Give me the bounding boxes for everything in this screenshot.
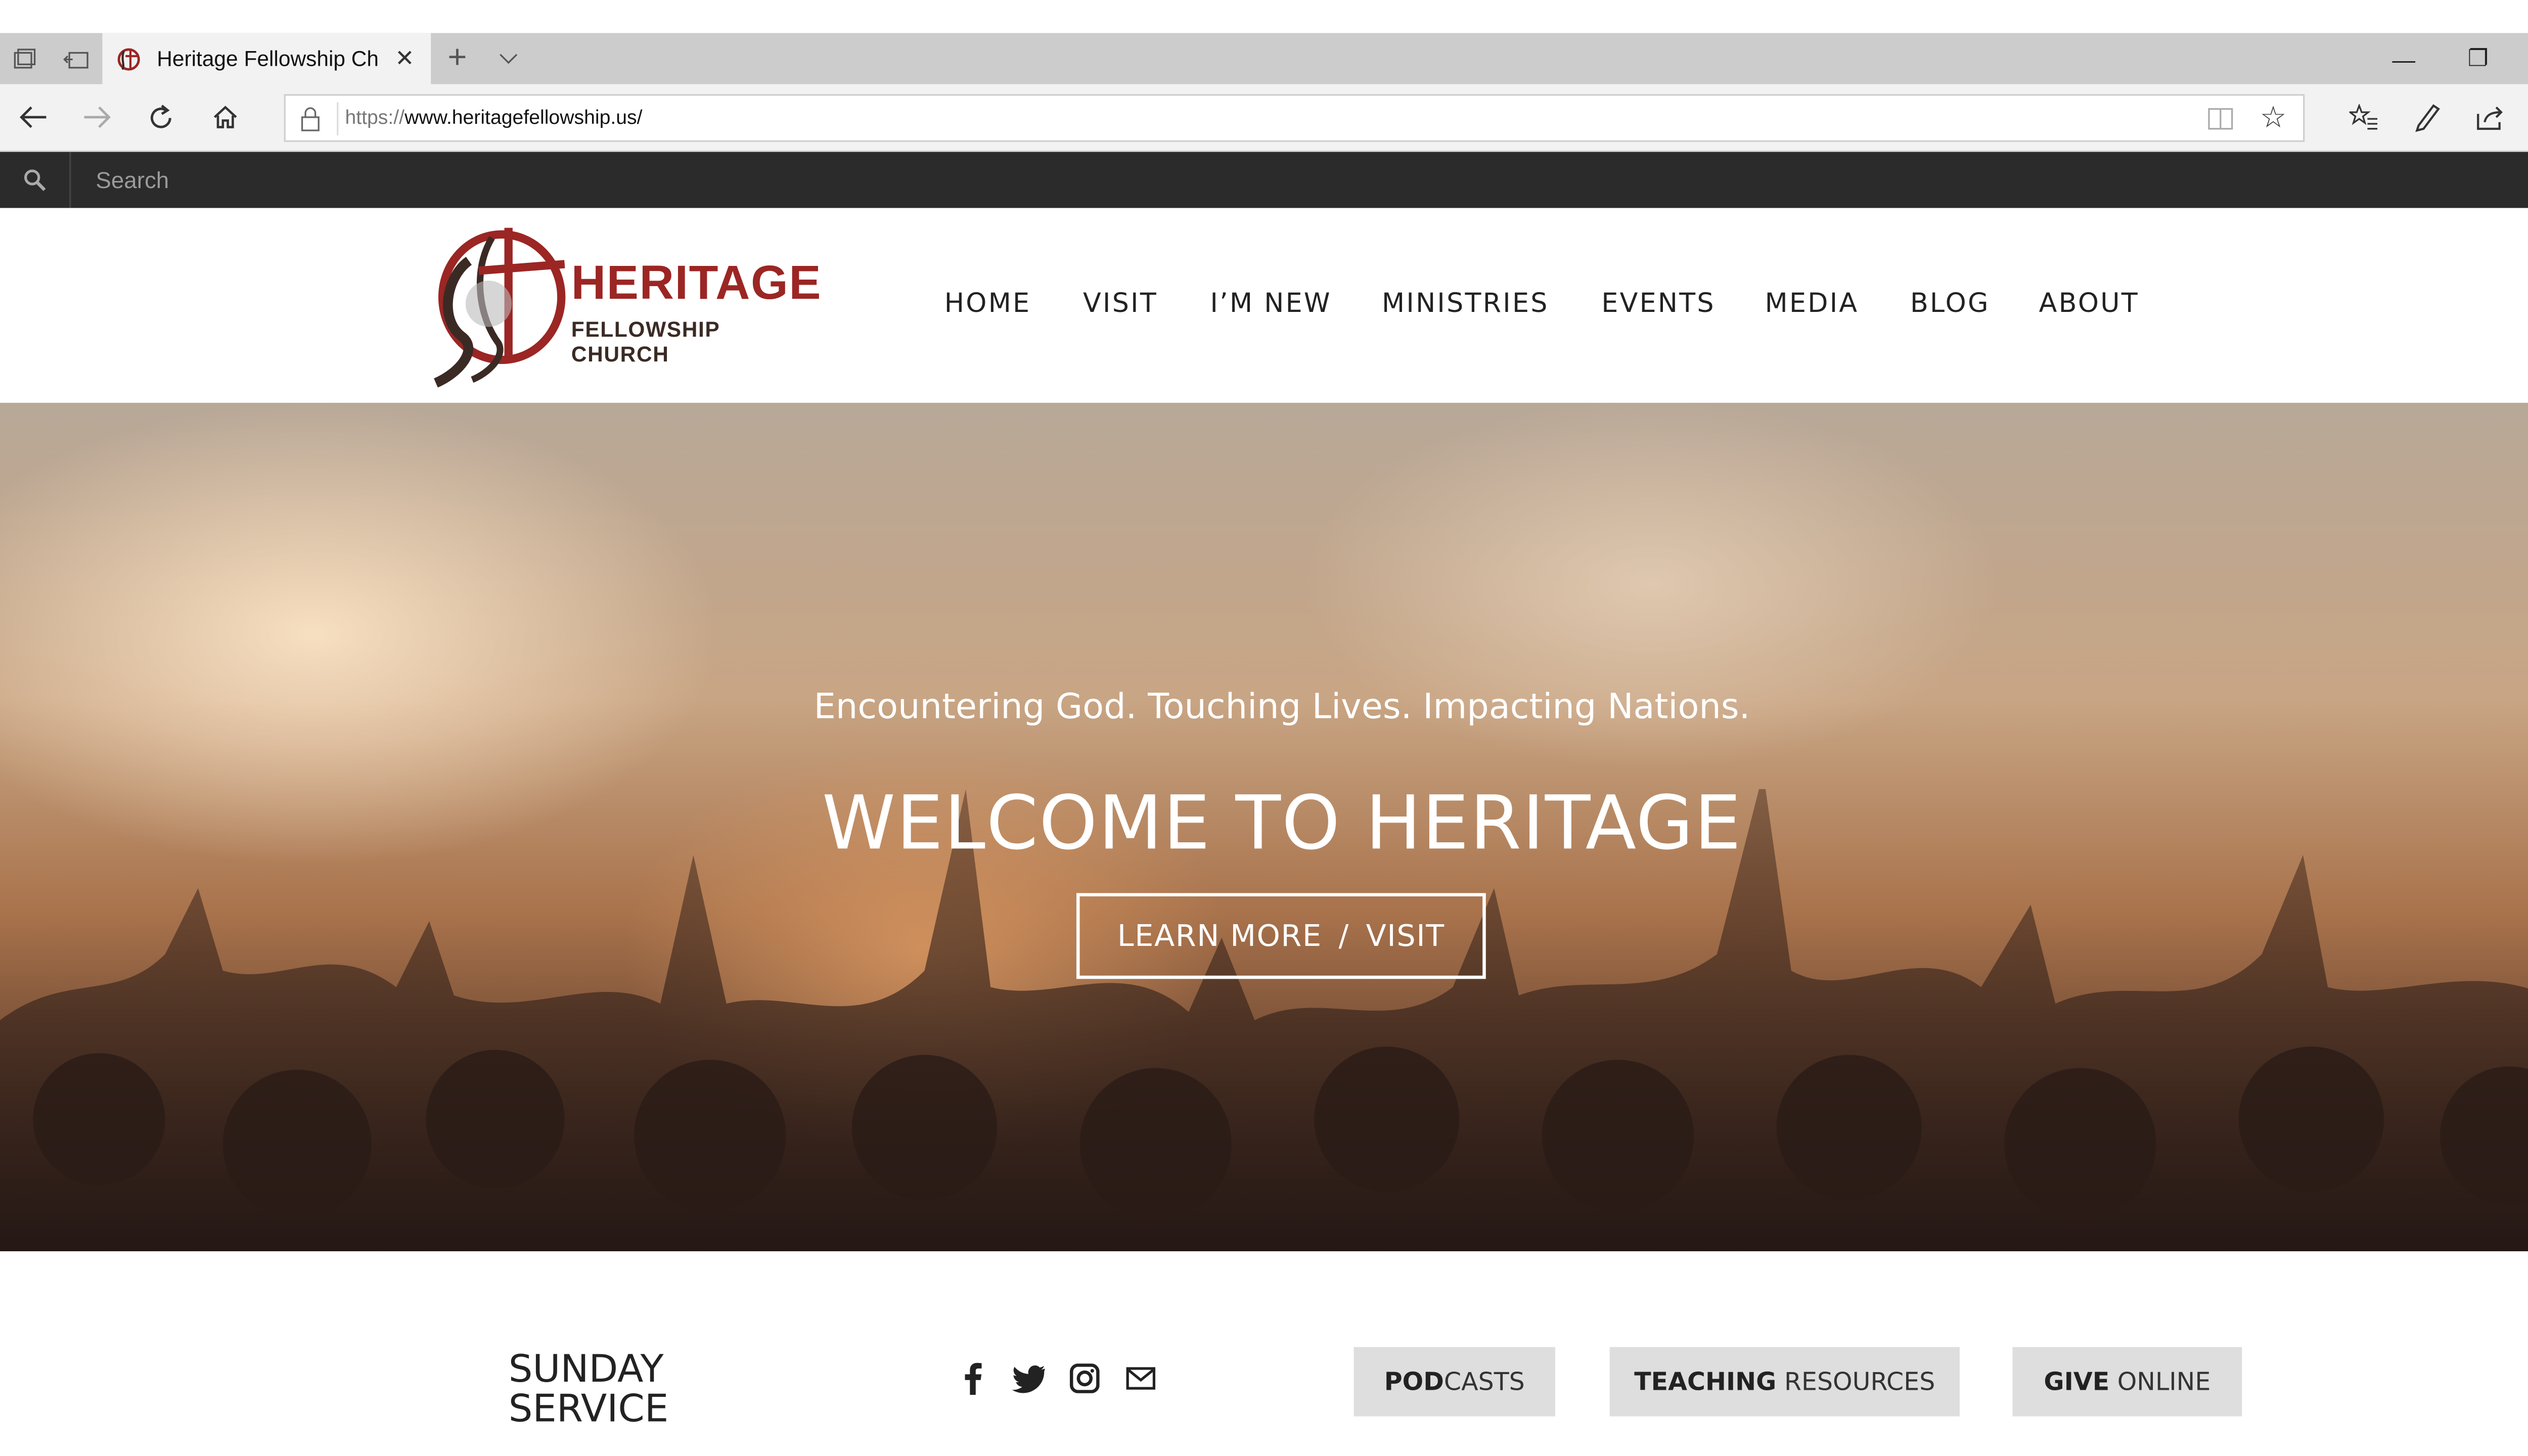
nav-ministries[interactable]: MINISTRIES bbox=[1382, 287, 1549, 318]
heritage-favicon-icon bbox=[117, 47, 140, 70]
facebook-icon[interactable] bbox=[954, 1360, 990, 1397]
address-bar[interactable]: https://www.heritagefellowship.us/ ☆ bbox=[284, 94, 2305, 142]
hero-banner: Encountering God. Touching Lives. Impact… bbox=[0, 402, 2528, 1252]
social-links bbox=[954, 1360, 1159, 1397]
twitter-icon[interactable] bbox=[1010, 1360, 1047, 1397]
teaching-resources-button[interactable]: TEACHING RESOURCES bbox=[1609, 1347, 1960, 1417]
minimize-button[interactable]: — bbox=[2366, 33, 2442, 84]
set-tabs-aside-icon[interactable] bbox=[56, 33, 96, 84]
favorites-list-icon[interactable] bbox=[2333, 84, 2396, 151]
search-icon[interactable] bbox=[0, 152, 71, 208]
hero-title: WELCOME TO HERITAGE bbox=[822, 779, 1742, 867]
nav-about[interactable]: ABOUT bbox=[2039, 287, 2139, 318]
main-nav: HOME VISIT I’M NEW MINISTRIES EVENTS MED… bbox=[0, 287, 2528, 327]
learn-more-visit-button[interactable]: LEARN MORE / VISIT bbox=[1076, 893, 1486, 979]
address-toolbar: https://www.heritagefellowship.us/ ☆ bbox=[0, 84, 2528, 152]
favorite-star-icon[interactable]: ☆ bbox=[2260, 101, 2287, 135]
cta-learn-more: LEARN MORE bbox=[1117, 919, 1322, 953]
service-line: SERVICE bbox=[508, 1388, 669, 1432]
nav-media[interactable]: MEDIA bbox=[1765, 287, 1859, 318]
new-tab-button[interactable]: + bbox=[439, 33, 476, 84]
sunday-service-heading: SUNDAY SERVICE bbox=[509, 1350, 669, 1430]
reading-view-icon[interactable] bbox=[2207, 106, 2234, 132]
refresh-icon[interactable] bbox=[130, 84, 190, 151]
nav-home[interactable]: HOME bbox=[944, 287, 1031, 318]
bottom-section: SUNDAY SERVICE POD CASTS TEACHING RESOURC… bbox=[0, 1251, 2528, 1456]
instagram-icon[interactable] bbox=[1066, 1360, 1103, 1397]
nav-im-new[interactable]: I’M NEW bbox=[1210, 287, 1331, 318]
url-text[interactable]: https://www.heritagefellowship.us/ bbox=[345, 106, 642, 129]
tab-heritage[interactable]: Heritage Fellowship Chu ✕ bbox=[102, 33, 431, 84]
search-input[interactable] bbox=[72, 152, 2528, 208]
share-icon[interactable] bbox=[2460, 84, 2522, 151]
close-window-button[interactable]: ✕ bbox=[2513, 33, 2528, 84]
cta-visit: VISIT bbox=[1366, 919, 1445, 953]
lock-icon bbox=[301, 107, 320, 131]
hero-tagline: Encountering God. Touching Lives. Impact… bbox=[814, 687, 1750, 726]
back-arrow-icon[interactable] bbox=[4, 84, 63, 151]
more-icon[interactable] bbox=[2526, 84, 2528, 151]
site-search-bar bbox=[0, 152, 2528, 208]
restore-button[interactable]: ❐ bbox=[2440, 33, 2516, 84]
tab-preview-icon[interactable] bbox=[7, 33, 43, 84]
tab-close-icon[interactable]: ✕ bbox=[395, 44, 414, 73]
podcasts-button[interactable]: POD CASTS bbox=[1353, 1347, 1555, 1417]
site-header: HERITAGE FELLOWSHIP CHURCH HOME VISIT I’… bbox=[0, 208, 2528, 403]
sunday-line: SUNDAY bbox=[508, 1348, 664, 1392]
give-online-button[interactable]: GIVE ONLINE bbox=[2012, 1347, 2242, 1417]
nav-blog[interactable]: BLOG bbox=[1910, 287, 1990, 318]
tab-title: Heritage Fellowship Chu bbox=[157, 46, 378, 71]
nav-visit[interactable]: VISIT bbox=[1083, 287, 1158, 318]
window-top-edge bbox=[0, 0, 2528, 33]
nav-events[interactable]: EVENTS bbox=[1601, 287, 1716, 318]
browser-window: Heritage Fellowship Chu ✕ + — ❐ ✕ https:… bbox=[0, 0, 2528, 1456]
home-icon[interactable] bbox=[195, 84, 254, 151]
forward-arrow-icon[interactable] bbox=[68, 84, 127, 151]
email-icon[interactable] bbox=[1122, 1360, 1159, 1397]
pen-notes-icon[interactable] bbox=[2396, 84, 2458, 151]
chevron-down-icon[interactable] bbox=[492, 33, 525, 84]
cta-separator: / bbox=[1338, 919, 1349, 953]
